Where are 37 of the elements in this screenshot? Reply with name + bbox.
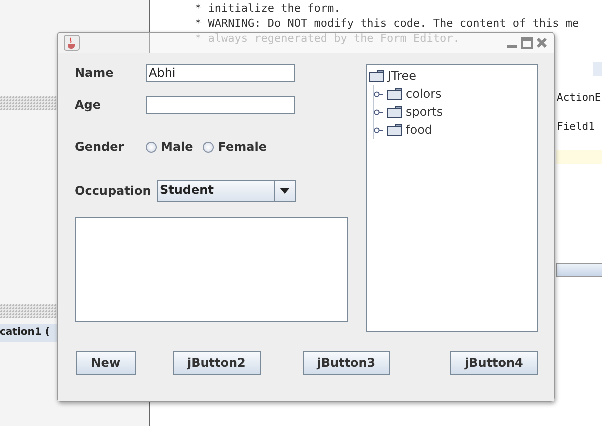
field-label: Occupation xyxy=(75,184,152,198)
tree-node[interactable]: colors xyxy=(374,85,535,103)
occupation-dropdown[interactable]: Student xyxy=(157,180,296,202)
push-button[interactable]: jButton2 xyxy=(172,351,261,375)
code-line: * always regenerated by the Form Editor. xyxy=(195,31,460,46)
line-highlight xyxy=(556,150,602,164)
output-tab[interactable]: cation1 ( xyxy=(0,324,57,342)
caret-icon xyxy=(280,188,290,194)
code-line: * WARNING: Do NOT modify this code. The content of this me xyxy=(195,16,580,31)
push-button[interactable]: jButton4 xyxy=(450,351,538,375)
folder-icon xyxy=(387,124,402,136)
push-button[interactable]: jButton3 xyxy=(302,351,390,375)
tree-node[interactable]: sports xyxy=(374,103,535,121)
folder-icon xyxy=(369,70,384,82)
folder-icon xyxy=(387,88,402,100)
radio-option[interactable]: Female xyxy=(203,140,267,154)
text-area[interactable] xyxy=(75,217,348,322)
collapsed-handle-icon[interactable] xyxy=(374,108,383,116)
collapsed-handle-icon[interactable] xyxy=(374,90,383,98)
radio-option[interactable]: Male xyxy=(146,140,194,154)
field-label: Name xyxy=(75,66,115,80)
tree-node[interactable]: JTree xyxy=(369,67,535,85)
text-field[interactable]: Abhi xyxy=(146,64,295,82)
tree-node[interactable]: food xyxy=(374,121,535,139)
collapsed-handle-icon[interactable] xyxy=(374,126,383,134)
field-label: Gender xyxy=(75,140,126,154)
push-button[interactable]: New xyxy=(76,351,136,375)
close-icon[interactable] xyxy=(536,37,548,49)
folder-icon xyxy=(387,106,402,118)
maximize-icon[interactable] xyxy=(521,37,533,49)
field-label: Age xyxy=(75,98,102,112)
code-fragment: Field1 xyxy=(557,121,595,133)
cup-icon xyxy=(64,35,80,51)
code-fragment: ActionE xyxy=(557,92,602,104)
code-line: * initialize the form. xyxy=(195,1,341,16)
text-field[interactable] xyxy=(146,96,295,114)
scroll-bar[interactable] xyxy=(556,263,602,277)
